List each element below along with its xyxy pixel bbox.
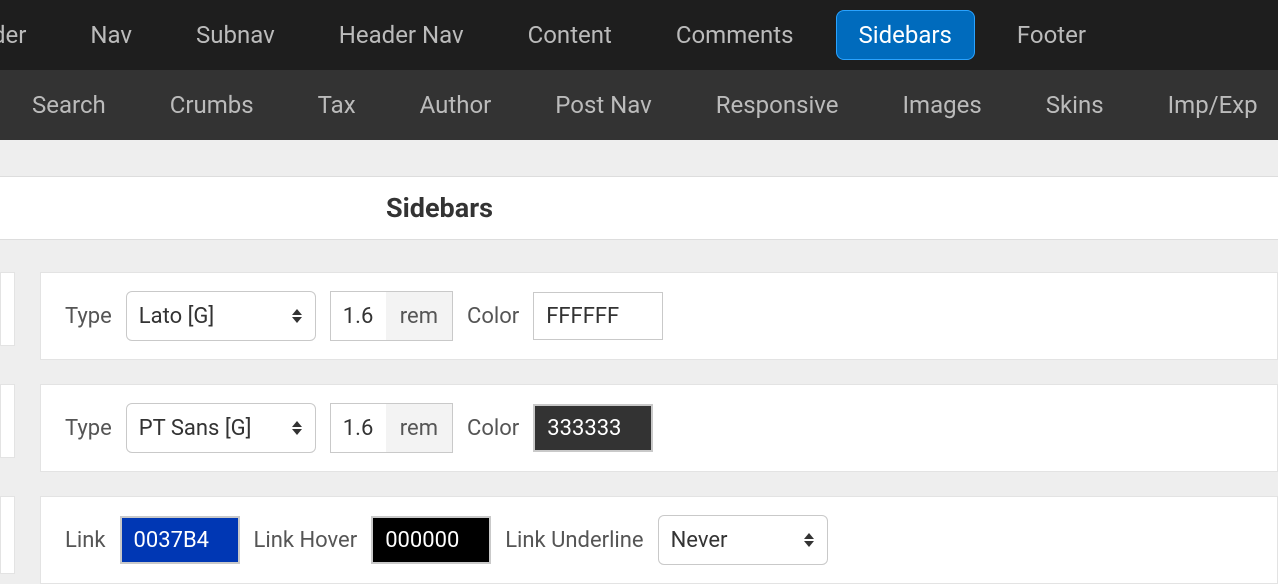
- tab-label: der: [0, 21, 26, 49]
- font-select-value: PT Sans [G]: [139, 416, 252, 441]
- updown-icon: [291, 421, 303, 435]
- primary-tabbar: der Nav Subnav Header Nav Content Commen…: [0, 0, 1278, 70]
- color-value: 0037B4: [134, 528, 210, 553]
- link-row: Link 0037B4 Link Hover 000000 Link Under…: [40, 496, 1278, 584]
- font-size-value: 1.6: [343, 416, 374, 441]
- tab-label: Crumbs: [170, 91, 254, 119]
- color-input-2[interactable]: 333333: [533, 404, 653, 452]
- size-combo-2: 1.6 rem: [330, 403, 453, 453]
- tab-search[interactable]: Search: [10, 81, 128, 129]
- tab-label: Images: [903, 91, 982, 119]
- tab-header-nav[interactable]: Header Nav: [317, 11, 486, 59]
- link-underline-value: Never: [671, 528, 728, 553]
- tab-skins[interactable]: Skins: [1024, 81, 1126, 129]
- font-unit-1[interactable]: rem: [386, 291, 453, 341]
- section-header: Sidebars: [0, 176, 1278, 240]
- type-label: Type: [65, 304, 112, 329]
- tab-header-partial[interactable]: der: [0, 11, 48, 59]
- left-stub: [0, 384, 15, 458]
- font-select-value: Lato [G]: [139, 304, 214, 329]
- tab-crumbs[interactable]: Crumbs: [148, 81, 276, 129]
- typography-row-2: Type PT Sans [G] 1.6 rem Color 333333: [40, 384, 1278, 472]
- tab-label: Skins: [1046, 91, 1104, 119]
- tab-label: Imp/Exp: [1168, 91, 1258, 119]
- font-unit-value: rem: [400, 304, 438, 329]
- tab-comments[interactable]: Comments: [654, 11, 816, 59]
- left-stub: [0, 272, 15, 346]
- tab-label: Post Nav: [555, 91, 652, 119]
- font-size-value: 1.6: [343, 304, 374, 329]
- tab-author[interactable]: Author: [398, 81, 514, 129]
- tab-label: Footer: [1017, 21, 1086, 49]
- tab-subnav[interactable]: Subnav: [174, 11, 297, 59]
- tab-label: Subnav: [196, 21, 275, 49]
- tab-label: Search: [32, 91, 106, 119]
- link-hover-color-input[interactable]: 000000: [371, 516, 491, 564]
- left-stub: [0, 496, 15, 574]
- section-title: Sidebars: [386, 192, 493, 224]
- color-label-2: Color: [467, 416, 519, 441]
- type-label: Type: [65, 416, 112, 441]
- color-value: FFFFFF: [546, 304, 619, 329]
- tab-content[interactable]: Content: [506, 11, 634, 59]
- link-hover-label: Link Hover: [254, 528, 358, 553]
- tab-label: Comments: [676, 21, 794, 49]
- link-underline-select[interactable]: Never: [658, 515, 828, 565]
- tab-label: Header Nav: [339, 21, 464, 49]
- updown-icon: [291, 309, 303, 323]
- tab-footer[interactable]: Footer: [995, 11, 1108, 59]
- tab-images[interactable]: Images: [881, 81, 1004, 129]
- font-unit-2[interactable]: rem: [386, 403, 453, 453]
- link-underline-label: Link Underline: [505, 528, 643, 553]
- secondary-tabbar: Search Crumbs Tax Author Post Nav Respon…: [0, 70, 1278, 140]
- size-combo-1: 1.6 rem: [330, 291, 453, 341]
- color-input-1[interactable]: FFFFFF: [533, 292, 663, 340]
- updown-icon: [803, 533, 815, 547]
- tab-label: Responsive: [716, 91, 839, 119]
- link-color-input[interactable]: 0037B4: [120, 516, 240, 564]
- font-unit-value: rem: [400, 416, 438, 441]
- tab-label: Content: [528, 21, 612, 49]
- link-label: Link: [65, 528, 106, 553]
- tab-tax[interactable]: Tax: [296, 81, 378, 129]
- tab-label: Author: [420, 91, 492, 119]
- tab-label: Nav: [90, 21, 132, 49]
- tab-label: Sidebars: [859, 21, 952, 49]
- tab-nav[interactable]: Nav: [68, 11, 154, 59]
- font-select-1[interactable]: Lato [G]: [126, 291, 316, 341]
- tab-sidebars[interactable]: Sidebars: [836, 10, 975, 60]
- tab-post-nav[interactable]: Post Nav: [533, 81, 674, 129]
- tab-imp-exp[interactable]: Imp/Exp: [1146, 81, 1278, 129]
- color-value: 000000: [385, 528, 459, 553]
- typography-row-1: Type Lato [G] 1.6 rem Color FFFFFF: [40, 272, 1278, 360]
- tab-responsive[interactable]: Responsive: [694, 81, 861, 129]
- color-label-1: Color: [467, 304, 519, 329]
- font-select-2[interactable]: PT Sans [G]: [126, 403, 316, 453]
- tab-label: Tax: [318, 91, 356, 119]
- color-value: 333333: [547, 416, 621, 441]
